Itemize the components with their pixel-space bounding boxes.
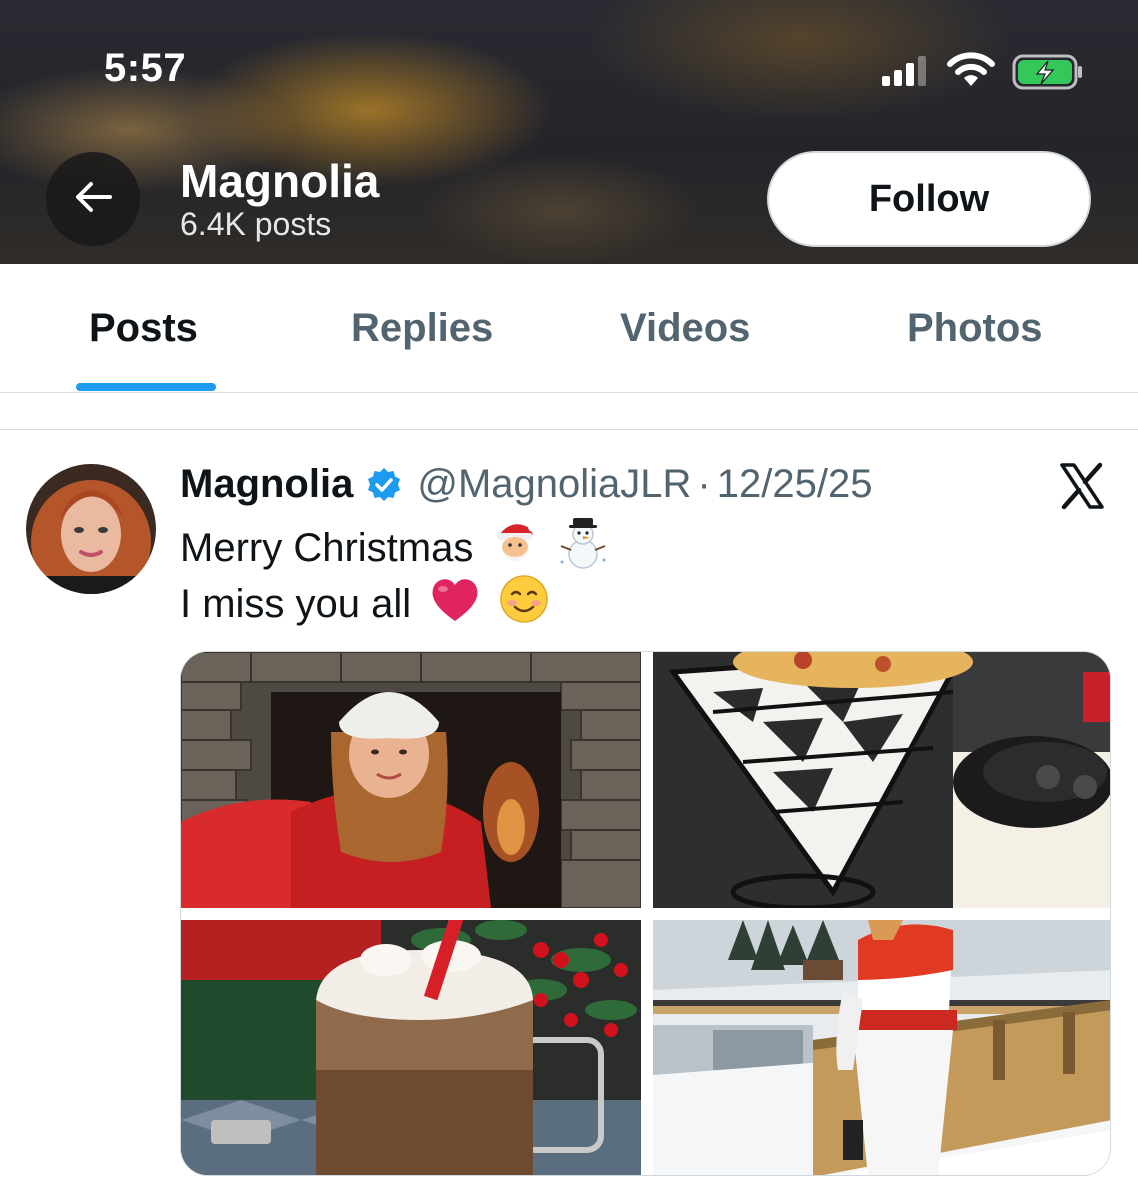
cellular-signal-icon bbox=[880, 54, 930, 93]
post-media-grid bbox=[180, 651, 1111, 1176]
red-heart-emoji bbox=[429, 575, 481, 633]
profile-posts-count: 6.4K posts bbox=[180, 206, 332, 242]
tab-photos[interactable]: Photos bbox=[907, 306, 1043, 351]
verified-badge-icon bbox=[365, 466, 403, 504]
avatar[interactable] bbox=[26, 464, 156, 594]
follow-button[interactable]: Follow bbox=[767, 151, 1091, 247]
post-author-name[interactable]: Magnolia bbox=[180, 462, 353, 507]
post-photo-ski-resort[interactable] bbox=[653, 920, 1110, 1175]
post-text-line-1: Merry Christmas bbox=[180, 516, 609, 580]
tab-videos[interactable]: Videos bbox=[620, 306, 750, 351]
post-author-handle[interactable]: @MagnoliaJLR bbox=[417, 462, 691, 507]
profile-name: Magnolia bbox=[180, 155, 380, 207]
snowman-emoji bbox=[557, 516, 609, 580]
post-photo-fireplace-selfie[interactable] bbox=[181, 652, 641, 908]
post-date[interactable]: 12/25/25 bbox=[717, 462, 873, 507]
post-text: I miss you all bbox=[180, 581, 412, 626]
status-time: 5:57 bbox=[104, 46, 187, 90]
back-button[interactable] bbox=[46, 152, 140, 246]
arrow-left-icon bbox=[73, 180, 113, 219]
post-text: Merry Christmas bbox=[180, 525, 474, 570]
post-header: Magnolia @MagnoliaJLR · 12/25/25 bbox=[180, 462, 872, 507]
profile-tabs: Posts Replies Videos Photos bbox=[0, 264, 1138, 393]
active-tab-indicator bbox=[76, 383, 216, 391]
santa-emoji bbox=[491, 517, 539, 579]
battery-charging-icon bbox=[1012, 54, 1084, 95]
tab-replies[interactable]: Replies bbox=[351, 306, 493, 351]
post-photo-hot-cocoa[interactable] bbox=[181, 920, 641, 1175]
smiling-face-emoji bbox=[499, 574, 549, 634]
post-text-line-2: I miss you all bbox=[180, 574, 549, 634]
x-logo-icon bbox=[1058, 462, 1106, 515]
wifi-icon bbox=[946, 52, 996, 93]
post-photo-snack-coffee[interactable] bbox=[653, 652, 1110, 908]
separator-dot: · bbox=[697, 462, 711, 506]
tab-posts[interactable]: Posts bbox=[89, 306, 198, 351]
divider bbox=[0, 429, 1138, 430]
profile-banner: 5:57 Magnolia 6.4K posts Follow bbox=[0, 0, 1138, 264]
